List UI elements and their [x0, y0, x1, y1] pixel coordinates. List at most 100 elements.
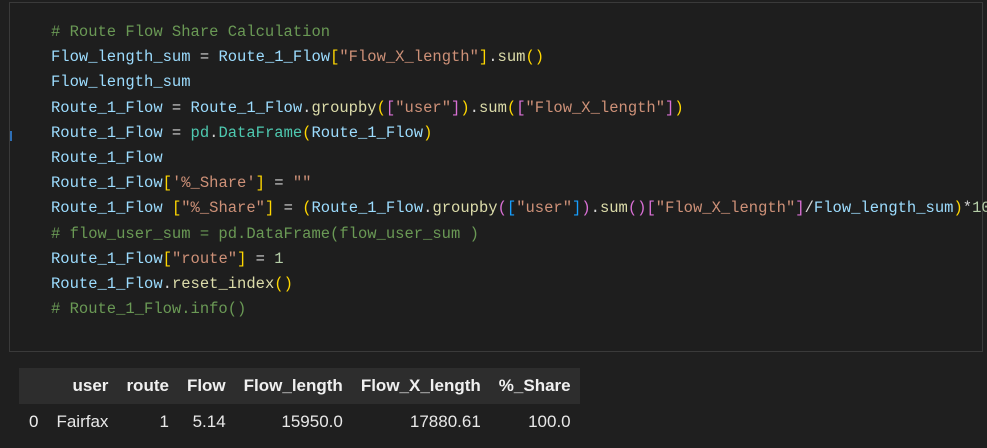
code-token: "Flow_X_length" — [339, 48, 479, 67]
code-token: sum — [478, 98, 507, 117]
code-token: = — [274, 199, 303, 218]
code-token: * — [962, 199, 973, 218]
column-header: user — [72, 376, 109, 395]
table-cell: 15950.0 — [281, 412, 343, 431]
code-token: = — [264, 174, 293, 193]
code-token: "user" — [516, 199, 572, 218]
code-token: Route_1_Flow — [51, 98, 163, 117]
code-token: ) — [674, 98, 684, 117]
code-token: Route_1_Flow — [51, 174, 163, 193]
code-token: [ — [516, 98, 526, 117]
table-cell: 1 — [159, 412, 169, 431]
code-token: DataFrame — [218, 123, 303, 142]
table-header-row: user route Flow Flow_length Flow_X_length %_S… — [19, 368, 580, 404]
code-token: "route" — [171, 249, 238, 268]
code-token: [ — [646, 199, 656, 218]
cell-focus-indicator — [10, 131, 12, 141]
code-token: Flow_length_sum — [813, 199, 954, 218]
code-token: Flow_length_sum — [51, 73, 191, 92]
code-token: / — [804, 199, 814, 218]
table-cell: 100.0 — [528, 412, 571, 431]
code-token: [ — [162, 249, 172, 268]
code-token: Route_1_Flow — [51, 123, 163, 142]
index-header — [19, 368, 47, 404]
dataframe-table: user route Flow Flow_length Flow_X_length %_S… — [19, 368, 580, 440]
column-header: Flow — [186, 376, 226, 395]
code-token: 100 — [972, 199, 987, 218]
code-token: ( — [376, 98, 386, 117]
code-token: ] — [237, 249, 247, 268]
code-token: pd — [190, 123, 210, 142]
code-line: # Route Flow Share Calculation — [51, 20, 987, 45]
code-token: Route_1_Flow — [218, 48, 331, 67]
table-row: 0 Fairfax 1 5.14 15950.0 17880.61 100.0 — [19, 404, 580, 440]
code-token: ( — [497, 199, 507, 218]
code-token: Route_1_Flow — [311, 123, 424, 142]
code-token: . — [469, 98, 479, 117]
code-line: Route_1_Flow.reset_index() — [51, 272, 987, 297]
code-token: "" — [292, 174, 312, 193]
code-token: = — [246, 249, 275, 268]
code-token: ) — [953, 199, 963, 218]
column-header: Flow_X_length — [360, 376, 481, 395]
code-token: [ — [162, 174, 172, 193]
code-token: # Route_1_Flow.info() — [51, 300, 247, 319]
code-token: # flow_user_sum = pd.DataFrame(flow_user… — [51, 224, 479, 243]
code-token: [ — [506, 199, 517, 218]
code-token: "user" — [395, 98, 452, 117]
code-line: Flow_length_sum — [51, 70, 987, 95]
code-line: # flow_user_sum = pd.DataFrame(flow_user… — [51, 222, 987, 247]
code-token: ( — [506, 98, 517, 117]
code-token: Route_1_Flow — [311, 199, 424, 218]
code-line: Route_1_Flow['%_Share'] = "" — [51, 171, 987, 196]
code-token: "Flow_X_length" — [655, 199, 796, 218]
code-editor[interactable]: # Route Flow Share Calculation Flow_lengt… — [51, 20, 987, 322]
code-cell[interactable]: # Route Flow Share Calculation Flow_lengt… — [9, 2, 987, 352]
code-token: groupby — [432, 199, 498, 218]
code-token: "Flow_X_length" — [525, 98, 666, 117]
table-cell: 5.14 — [192, 412, 226, 431]
code-token: Route_1_Flow — [51, 199, 163, 218]
code-token: ] — [795, 199, 805, 218]
column-header: route — [126, 376, 169, 395]
table-cell: 17880.61 — [409, 412, 481, 431]
code-token: ] — [478, 48, 489, 67]
code-token: ) — [460, 98, 470, 117]
code-token: ] — [572, 199, 582, 218]
code-token: Route_1_Flow — [51, 274, 163, 293]
code-token: = — [162, 123, 191, 142]
code-token: sum — [497, 48, 526, 67]
code-token: reset_index — [171, 274, 275, 293]
code-token: '%_Share' — [171, 174, 256, 193]
cell-output: user route Flow Flow_length Flow_X_length %_S… — [19, 368, 580, 440]
code-token: . — [590, 199, 600, 218]
code-token: () — [274, 274, 293, 293]
code-token: [ — [385, 98, 396, 117]
code-token: "%_Share" — [181, 199, 265, 218]
code-token: . — [488, 48, 498, 67]
code-token: () — [525, 48, 545, 67]
code-token: . — [162, 274, 172, 293]
code-token: Route_1_Flow — [51, 249, 163, 268]
column-header: %_Share — [498, 376, 571, 395]
table-cell: Fairfax — [56, 412, 109, 431]
code-line: Flow_length_sum = Route_1_Flow["Flow_X_l… — [51, 45, 987, 70]
code-token: ] — [255, 174, 265, 193]
code-line: Route_1_Flow = Route_1_Flow.groupby(["us… — [51, 96, 987, 121]
code-line: Route_1_Flow ["%_Share"] = (Route_1_Flow… — [51, 196, 987, 221]
code-token: [ — [171, 199, 182, 218]
code-token: 1 — [274, 249, 284, 268]
code-token: () — [627, 199, 647, 218]
code-token: Flow_length_sum — [51, 48, 191, 67]
code-token: [ — [330, 48, 340, 67]
column-header: Flow_length — [243, 376, 343, 395]
code-token: = — [162, 98, 191, 117]
code-token: ] — [264, 199, 275, 218]
code-token: Route_1_Flow — [190, 98, 303, 117]
code-token: sum — [599, 199, 628, 218]
code-token: ] — [665, 98, 675, 117]
code-token: ) — [423, 123, 433, 142]
code-token: ) — [581, 199, 591, 218]
code-line: # Route_1_Flow.info() — [51, 297, 987, 322]
